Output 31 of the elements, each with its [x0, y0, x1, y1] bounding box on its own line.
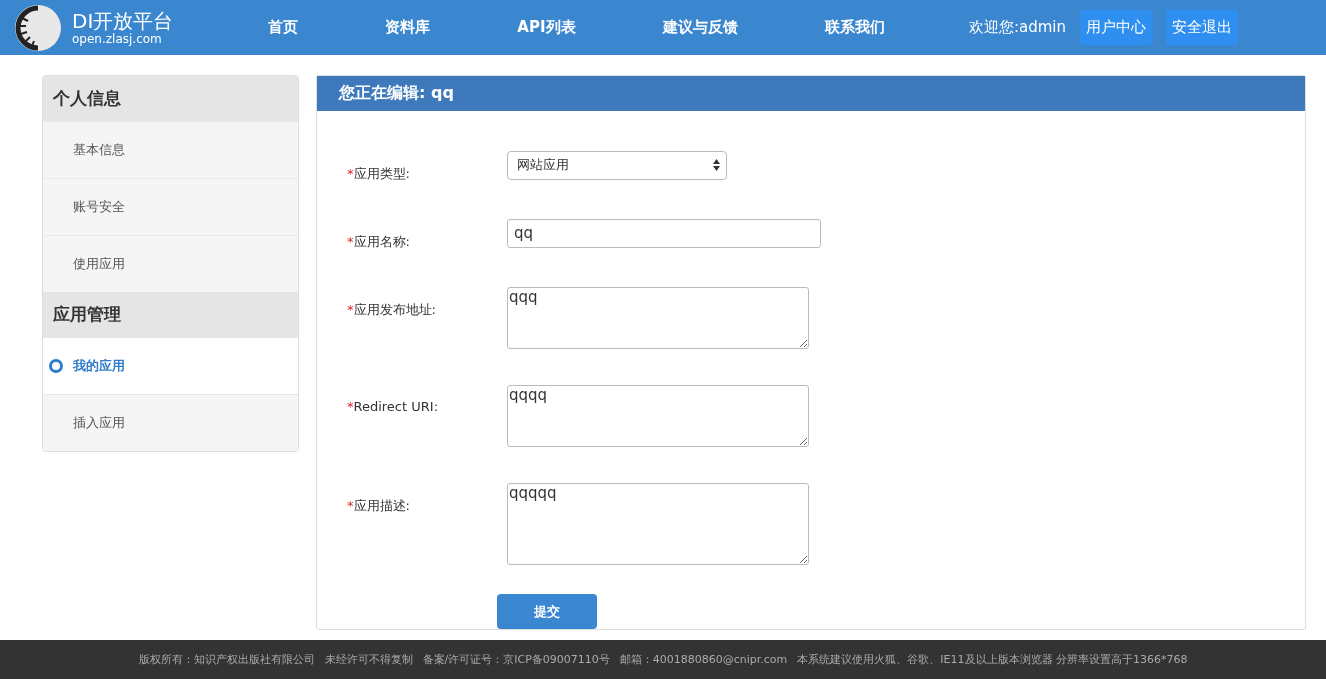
footer-text: 版权所有：知识产权出版社有限公司 — [138, 652, 315, 667]
nav-link[interactable]: API列表 — [517, 18, 576, 37]
logo-icon — [14, 3, 62, 52]
text-area-field[interactable]: qqqq — [507, 384, 809, 447]
nav-link[interactable]: 首页 — [267, 18, 298, 37]
footer-text: 未经许可不得复制 — [324, 652, 413, 667]
sidebar-heading: 个人信息 — [43, 76, 298, 121]
field-label: *Redirect URI: — [347, 397, 439, 414]
field-label: *应用发布地址: — [347, 300, 437, 319]
updown-caret-icon — [713, 159, 720, 171]
text-area-field[interactable]: qqqqq — [507, 482, 809, 565]
field-label: *应用名称: — [347, 232, 411, 251]
panel-title: 您正在编辑: qq — [317, 76, 1305, 111]
text-area-field[interactable]: qqq — [507, 286, 809, 349]
field-label: *应用类型: — [347, 164, 411, 183]
nav-link[interactable]: 资料库 — [385, 18, 430, 37]
welcome-text: 欢迎您:admin — [968, 18, 1066, 37]
submit-button[interactable]: 提交 — [497, 594, 597, 629]
footer-text: 备案/许可证号：京ICP备09007110号 — [422, 652, 610, 667]
type-select[interactable]: 网站应用 — [507, 150, 727, 180]
nav-link[interactable]: 建议与反馈 — [662, 18, 738, 37]
logo-title: DI开放平台 — [72, 9, 174, 32]
name-input-field[interactable]: qq — [507, 218, 821, 248]
footer-text: 本系统建议使用火狐、谷歌、IE11及以上版本浏览器 分辨率设置高于1366*768 — [797, 652, 1188, 667]
sidebar-item[interactable]: 我的应用 — [43, 337, 298, 394]
logo-subtitle: open.zlasj.com — [72, 31, 163, 46]
sidebar-item[interactable]: 插入应用 — [43, 394, 298, 451]
sidebar-heading: 应用管理 — [43, 292, 298, 337]
nav-link[interactable]: 联系我们 — [825, 18, 886, 37]
footer-text: 邮箱：4001880860@cnipr.com — [619, 652, 788, 667]
field-label: *应用描述: — [347, 496, 411, 515]
